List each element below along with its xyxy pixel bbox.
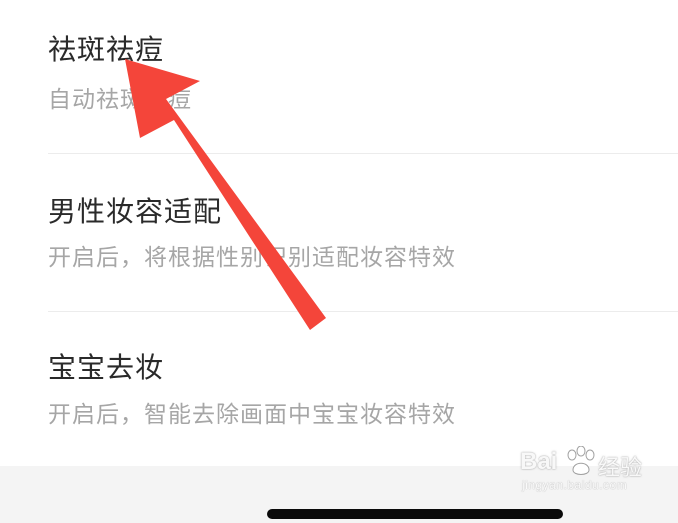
setting-item-male-makeup-adaptation[interactable]: 男性妆容适配 开启后，将根据性别识别适配妆容特效 xyxy=(48,154,678,311)
settings-list: 祛斑祛痘 自动祛斑祛痘 男性妆容适配 开启后，将根据性别识别适配妆容特效 宝宝去… xyxy=(0,0,678,466)
setting-item-subtitle: 自动祛斑祛痘 xyxy=(48,87,192,113)
setting-item-title: 祛斑祛痘 xyxy=(48,33,165,66)
setting-item-subtitle: 开启后，将根据性别识别适配妆容特效 xyxy=(48,245,456,271)
home-indicator[interactable] xyxy=(267,509,563,519)
setting-item-blemish-removal[interactable]: 祛斑祛痘 自动祛斑祛痘 xyxy=(48,0,678,153)
setting-item-title: 宝宝去妆 xyxy=(48,351,165,384)
setting-item-subtitle: 开启后，智能去除画面中宝宝妆容特效 xyxy=(48,402,456,428)
setting-item-baby-makeup-removal[interactable]: 宝宝去妆 开启后，智能去除画面中宝宝妆容特效 xyxy=(48,312,678,466)
setting-item-title: 男性妆容适配 xyxy=(48,195,223,228)
